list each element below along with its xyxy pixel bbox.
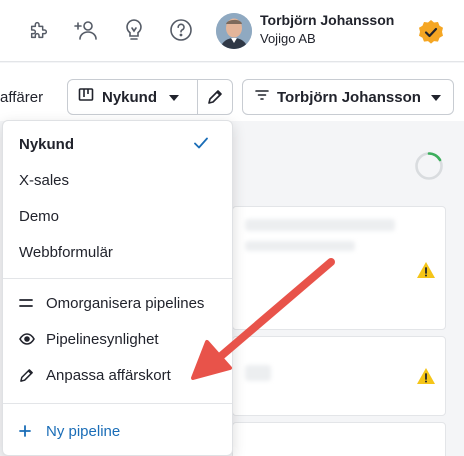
menu-item-label: Ny pipeline bbox=[46, 422, 121, 440]
owner-filter-select[interactable]: Torbjörn Johansson bbox=[242, 79, 454, 115]
check-icon bbox=[194, 136, 208, 153]
pipeline-dropdown-button[interactable]: Nykund bbox=[68, 80, 198, 114]
add-user-icon[interactable] bbox=[74, 17, 100, 43]
pencil-icon bbox=[208, 90, 222, 104]
blurred-text bbox=[245, 365, 271, 381]
help-icon[interactable] bbox=[168, 17, 194, 43]
pipeline-dropdown-menu: Nykund X-sales Demo Webbformulär Omorgan… bbox=[2, 120, 233, 456]
blurred-text bbox=[245, 241, 355, 251]
pipeline-icon bbox=[78, 87, 94, 108]
menu-item-x-sales[interactable]: X-sales bbox=[3, 162, 232, 198]
chevron-down-icon bbox=[169, 88, 180, 106]
menu-item-label: Demo bbox=[19, 207, 60, 225]
pipeline-select[interactable]: Nykund bbox=[67, 79, 233, 115]
filter-icon bbox=[255, 88, 269, 106]
reorder-icon bbox=[19, 298, 37, 308]
deal-card[interactable] bbox=[232, 206, 446, 330]
company-name[interactable]: Vojigo AB bbox=[260, 31, 316, 46]
filter-row: affärer Nykund Torbjörn Johansson bbox=[0, 63, 464, 121]
menu-item-label: Omorganisera pipelines bbox=[46, 294, 205, 312]
menu-item-pipeline-visibility[interactable]: Pipelinesynlighet bbox=[3, 321, 232, 357]
menu-item-label: Pipelinesynlighet bbox=[46, 330, 159, 348]
user-name[interactable]: Torbjörn Johansson bbox=[260, 12, 394, 28]
avatar[interactable] bbox=[216, 13, 252, 49]
puzzle-icon[interactable] bbox=[26, 17, 52, 43]
plus-icon bbox=[19, 425, 37, 437]
deal-card[interactable] bbox=[232, 422, 446, 456]
menu-item-webbformular[interactable]: Webbformulär bbox=[3, 234, 232, 270]
pipeline-select-label: Nykund bbox=[102, 88, 158, 106]
pencil-icon bbox=[19, 368, 37, 383]
menu-item-demo[interactable]: Demo bbox=[3, 198, 232, 234]
menu-item-label: X-sales bbox=[19, 171, 70, 189]
menu-item-label: Nykund bbox=[19, 135, 75, 153]
menu-item-customize-deal-cards[interactable]: Anpassa affärskort bbox=[3, 357, 232, 393]
chevron-down-icon bbox=[430, 88, 441, 106]
menu-item-nykund[interactable]: Nykund bbox=[3, 126, 232, 162]
menu-divider bbox=[3, 403, 232, 404]
top-bar: Torbjörn Johansson Vojigo AB bbox=[0, 0, 464, 62]
eye-icon bbox=[19, 333, 37, 345]
loading-spinner-icon bbox=[414, 151, 444, 181]
menu-item-label: Webbformulär bbox=[19, 243, 113, 261]
edit-pipeline-button[interactable] bbox=[198, 80, 232, 114]
page-title: affärer bbox=[0, 89, 44, 106]
blurred-text bbox=[245, 219, 395, 231]
warning-icon[interactable] bbox=[416, 367, 436, 390]
owner-filter-label: Torbjörn Johansson bbox=[277, 88, 421, 106]
menu-divider bbox=[3, 278, 232, 279]
deal-card[interactable] bbox=[232, 336, 446, 416]
check-badge-icon[interactable] bbox=[418, 19, 444, 45]
menu-item-label: Anpassa affärskort bbox=[46, 366, 171, 384]
menu-item-reorder-pipelines[interactable]: Omorganisera pipelines bbox=[3, 285, 232, 321]
menu-item-new-pipeline[interactable]: Ny pipeline bbox=[3, 413, 232, 449]
warning-icon[interactable] bbox=[416, 261, 436, 284]
lightbulb-icon[interactable] bbox=[121, 17, 147, 43]
